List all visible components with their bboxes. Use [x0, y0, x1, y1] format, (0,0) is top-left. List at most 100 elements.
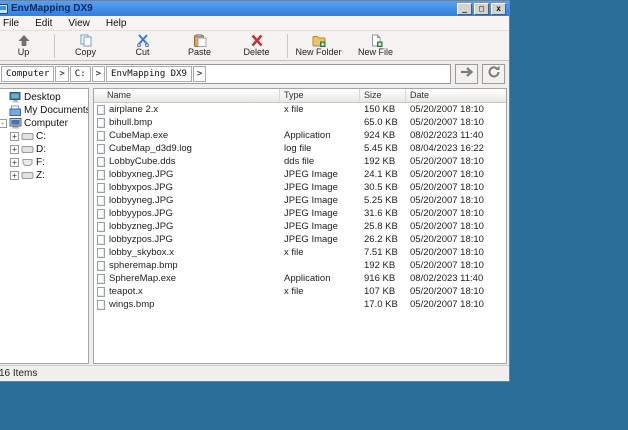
file-date-cell: 05/20/2007 18:10 — [406, 117, 506, 128]
table-row[interactable]: lobbyzneg.JPG JPEG Image 25.8 KB 05/20/2… — [94, 220, 506, 233]
file-name: CubeMap_d3d9.log — [109, 143, 192, 154]
chevron-right-icon[interactable]: > — [92, 66, 105, 82]
table-row[interactable]: bihull.bmp 65.0 KB 05/20/2007 18:10 — [94, 116, 506, 129]
table-row[interactable]: lobbyzpos.JPG JPEG Image 26.2 KB 05/20/2… — [94, 233, 506, 246]
file-size-cell: 65.0 KB — [360, 117, 406, 128]
title-bar: EnvMapping DX9 _ □ x — [0, 1, 509, 16]
breadcrumb-envmapping-dx9[interactable]: EnvMapping DX9 — [106, 66, 192, 82]
new-file-button[interactable]: New File — [347, 32, 404, 60]
file-type-cell: Application — [280, 130, 360, 141]
copy-button[interactable]: Copy — [57, 32, 114, 60]
table-row[interactable]: lobbyypos.JPG JPEG Image 31.6 KB 05/20/2… — [94, 207, 506, 220]
table-row[interactable]: SphereMap.exe Application 916 KB 08/02/2… — [94, 272, 506, 285]
go-button[interactable] — [455, 64, 478, 84]
chevron-right-icon[interactable]: > — [193, 66, 206, 82]
breadcrumb-c-drive[interactable]: C: — [70, 66, 91, 82]
tree-item-label: My Documents — [24, 105, 89, 116]
file-name: wings.bmp — [109, 299, 154, 310]
expand-icon[interactable]: + — [10, 132, 19, 141]
new-folder-button[interactable]: New Folder — [290, 32, 347, 60]
table-row[interactable]: wings.bmp 17.0 KB 05/20/2007 18:10 — [94, 298, 506, 311]
drive-icon — [21, 157, 34, 168]
tree-item-my-documents[interactable]: My Documents — [0, 104, 88, 117]
collapse-expander-icon[interactable]: - — [0, 119, 7, 128]
delete-button[interactable]: Delete — [228, 32, 285, 60]
file-name-cell: lobbyzpos.JPG — [94, 234, 280, 245]
chevron-right-icon[interactable]: > — [55, 66, 68, 82]
cut-button[interactable]: Cut — [114, 32, 171, 60]
table-row[interactable]: lobbyyneg.JPG JPEG Image 5.25 KB 05/20/2… — [94, 194, 506, 207]
file-icon — [97, 196, 105, 206]
new-file-icon — [369, 34, 383, 47]
column-header-type[interactable]: Type — [280, 89, 360, 102]
expand-icon[interactable]: + — [10, 145, 19, 154]
file-name: bihull.bmp — [109, 117, 152, 128]
file-icon — [97, 248, 105, 258]
menu-bar: File Edit View Help — [0, 16, 509, 31]
tree-item-drive-z[interactable]: + Z: — [0, 169, 88, 182]
table-row[interactable]: CubeMap_d3d9.log log file 5.45 KB 08/04/… — [94, 142, 506, 155]
tree-item-drive-d[interactable]: + D: — [0, 143, 88, 156]
file-size-cell: 30.5 KB — [360, 182, 406, 193]
go-arrow-icon — [460, 65, 474, 84]
breadcrumb[interactable]: Computer > C: > EnvMapping DX9 > — [0, 64, 451, 84]
table-row[interactable]: teapot.x x file 107 KB 05/20/2007 18:10 — [94, 285, 506, 298]
column-header-size[interactable]: Size — [360, 89, 406, 102]
window-title: EnvMapping DX9 — [11, 3, 455, 14]
maximize-button[interactable]: □ — [474, 3, 489, 15]
file-icon — [97, 274, 105, 284]
file-name: lobbyzneg.JPG — [109, 221, 173, 232]
file-size-cell: 31.6 KB — [360, 208, 406, 219]
item-count: 16 Items — [0, 368, 37, 379]
tree-item-desktop[interactable]: Desktop — [0, 91, 88, 104]
column-header-date[interactable]: Date — [406, 89, 506, 102]
expand-icon[interactable]: + — [10, 171, 19, 180]
tree-item-computer[interactable]: - Computer — [0, 117, 88, 130]
menu-file[interactable]: File — [0, 18, 27, 29]
table-row[interactable]: lobby_skybox.x x file 7.51 KB 05/20/2007… — [94, 246, 506, 259]
menu-edit[interactable]: Edit — [27, 18, 60, 29]
menu-help[interactable]: Help — [98, 18, 135, 29]
file-type-cell: JPEG Image — [280, 221, 360, 232]
main-area: Desktop My Documents - — [0, 87, 509, 365]
table-row[interactable]: LobbyCube.dds dds file 192 KB 05/20/2007… — [94, 155, 506, 168]
file-list: Name Type Size Date airplane 2.x x file … — [93, 88, 507, 364]
file-name-cell: LobbyCube.dds — [94, 156, 280, 167]
refresh-button[interactable] — [482, 64, 505, 84]
file-name: spheremap.bmp — [109, 260, 178, 271]
expand-icon[interactable]: + — [10, 158, 19, 167]
file-name-cell: airplane 2.x — [94, 104, 280, 115]
paste-icon — [193, 34, 207, 47]
table-row[interactable]: airplane 2.x x file 150 KB 05/20/2007 18… — [94, 103, 506, 116]
file-name-cell: CubeMap_d3d9.log — [94, 143, 280, 154]
table-row[interactable]: lobbyxpos.JPG JPEG Image 30.5 KB 05/20/2… — [94, 181, 506, 194]
file-date-cell: 05/20/2007 18:10 — [406, 195, 506, 206]
file-size-cell: 916 KB — [360, 273, 406, 284]
up-button[interactable]: Up — [0, 32, 52, 60]
toolbar-separator — [54, 34, 55, 58]
file-date-cell: 05/20/2007 18:10 — [406, 234, 506, 245]
close-button[interactable]: x — [491, 3, 506, 15]
file-name-cell: lobbyxpos.JPG — [94, 182, 280, 193]
tree-item-drive-c[interactable]: + C: — [0, 130, 88, 143]
drive-icon — [21, 144, 34, 155]
file-name-cell: lobbyzneg.JPG — [94, 221, 280, 232]
file-date-cell: 05/20/2007 18:10 — [406, 156, 506, 167]
table-row[interactable]: spheremap.bmp 192 KB 05/20/2007 18:10 — [94, 259, 506, 272]
breadcrumb-computer[interactable]: Computer — [1, 66, 54, 82]
table-row[interactable]: CubeMap.exe Application 924 KB 08/02/202… — [94, 129, 506, 142]
address-bar: Computer > C: > EnvMapping DX9 > — [0, 61, 509, 87]
menu-view[interactable]: View — [60, 18, 98, 29]
documents-icon — [9, 105, 22, 116]
tree-item-drive-f[interactable]: + F: — [0, 156, 88, 169]
column-header-name[interactable]: Name — [94, 89, 280, 102]
file-name-cell: lobby_skybox.x — [94, 247, 280, 258]
file-name: airplane 2.x — [109, 104, 158, 115]
file-type-cell: JPEG Image — [280, 208, 360, 219]
table-row[interactable]: lobbyxneg.JPG JPEG Image 24.1 KB 05/20/2… — [94, 168, 506, 181]
file-name: lobbyxpos.JPG — [109, 182, 173, 193]
file-icon — [97, 222, 105, 232]
paste-button[interactable]: Paste — [171, 32, 228, 60]
file-icon — [97, 300, 105, 310]
minimize-button[interactable]: _ — [457, 3, 472, 15]
